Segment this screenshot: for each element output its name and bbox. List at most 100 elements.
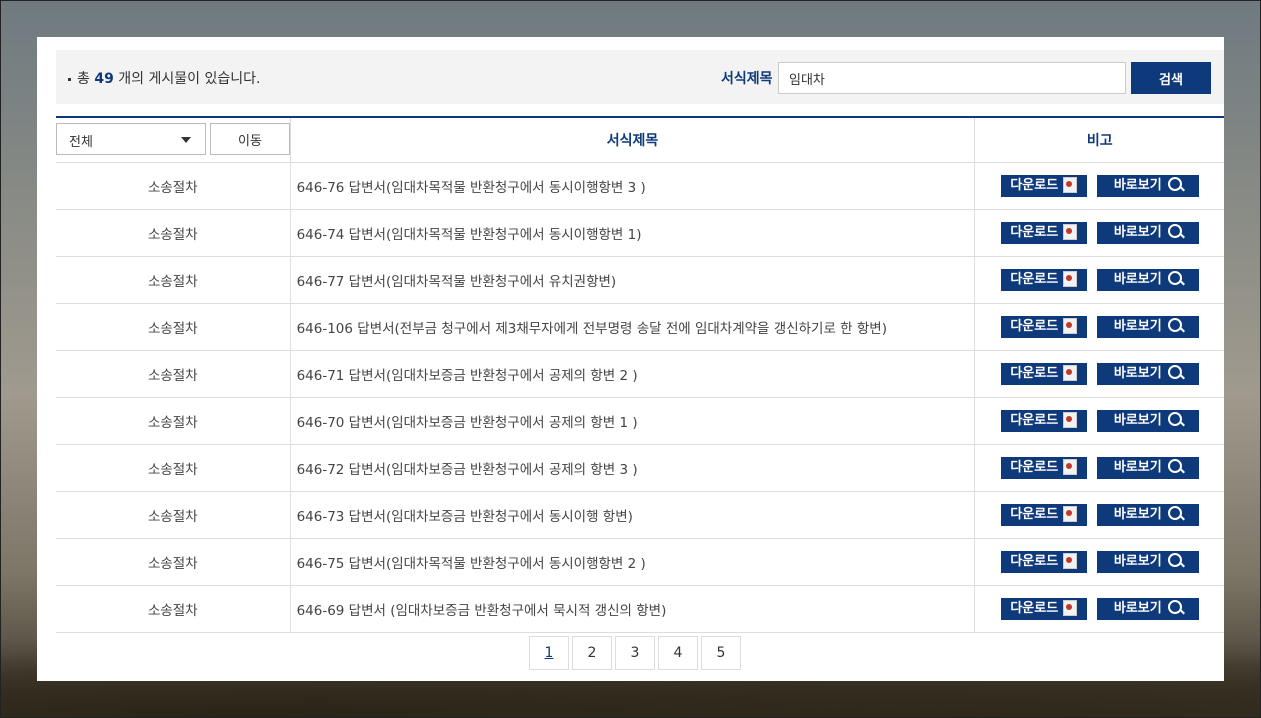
row-title[interactable]: 646-73 답변서(임대차보증금 반환청구에서 동시이행 항변): [290, 491, 976, 539]
row-category: 소송절차: [56, 303, 291, 351]
row-category: 소송절차: [56, 397, 291, 445]
view-button[interactable]: 바로보기: [1096, 598, 1199, 620]
row-actions: 다운로드 바로보기: [974, 209, 1224, 257]
total-suffix: 개의 게시물이 있습니다.: [118, 71, 261, 87]
view-button[interactable]: 바로보기: [1096, 504, 1199, 526]
row-actions: 다운로드 바로보기: [974, 538, 1224, 586]
row-title[interactable]: 646-76 답변서(임대차목적물 반환청구에서 동시이행항변 3 ): [290, 162, 976, 210]
page-link-1[interactable]: 1: [529, 636, 569, 670]
table-header-row: 전체 이동 서식제목 비고: [56, 117, 1224, 163]
search-label: 서식제목: [721, 71, 773, 87]
page-link-2[interactable]: 2: [572, 636, 612, 670]
view-label: 바로보기: [1113, 225, 1162, 240]
row-category: 소송절차: [56, 209, 291, 257]
magnifier-icon: [1167, 223, 1182, 238]
document-icon: [1063, 599, 1078, 616]
document-icon: [1063, 458, 1078, 475]
view-button[interactable]: 바로보기: [1096, 175, 1199, 197]
view-label: 바로보기: [1113, 601, 1162, 616]
download-button[interactable]: 다운로드: [1000, 504, 1087, 526]
row-actions: 다운로드 바로보기: [974, 162, 1224, 210]
document-icon: [1063, 552, 1078, 569]
magnifier-icon: [1167, 599, 1182, 614]
view-button[interactable]: 바로보기: [1096, 363, 1199, 385]
view-label: 바로보기: [1113, 460, 1162, 475]
view-button[interactable]: 바로보기: [1096, 316, 1199, 338]
row-category: 소송절차: [56, 585, 291, 633]
row-title[interactable]: 646-70 답변서(임대차보증금 반환청구에서 공제의 항변 1 ): [290, 397, 976, 445]
document-icon: [1063, 270, 1078, 287]
view-button[interactable]: 바로보기: [1096, 457, 1199, 479]
download-label: 다운로드: [1010, 178, 1059, 193]
download-button[interactable]: 다운로드: [1000, 457, 1087, 479]
row-category: 소송절차: [56, 444, 291, 492]
download-label: 다운로드: [1010, 554, 1059, 569]
row-title[interactable]: 646-71 답변서(임대차보증금 반환청구에서 공제의 항변 2 ): [290, 350, 976, 398]
search-input[interactable]: [778, 62, 1126, 94]
view-button[interactable]: 바로보기: [1096, 551, 1199, 573]
document-icon: [1063, 364, 1078, 381]
document-icon: [1063, 176, 1078, 193]
download-button[interactable]: 다운로드: [1000, 551, 1087, 573]
view-label: 바로보기: [1113, 366, 1162, 381]
row-title[interactable]: 646-75 답변서(임대차목적물 반환청구에서 동시이행항변 2 ): [290, 538, 976, 586]
row-actions: 다운로드 바로보기: [974, 585, 1224, 633]
table-row: 소송절차 646-76 답변서(임대차목적물 반환청구에서 동시이행항변 3 ) 다…: [56, 162, 1224, 210]
row-title[interactable]: 646-106 답변서(전부금 청구에서 제3채무자에게 전부명령 송달 전에 …: [290, 303, 976, 351]
download-button[interactable]: 다운로드: [1000, 316, 1087, 338]
magnifier-icon: [1167, 364, 1182, 379]
table-row: 소송절차 646-77 답변서(임대차목적물 반환청구에서 유치권항변) 다운로드 바…: [56, 256, 1224, 304]
row-category: 소송절차: [56, 256, 291, 304]
view-label: 바로보기: [1113, 272, 1162, 287]
page-link-4[interactable]: 4: [658, 636, 698, 670]
download-button[interactable]: 다운로드: [1000, 269, 1087, 291]
table-row: 소송절차 646-70 답변서(임대차보증금 반환청구에서 공제의 항변 1 ) 다…: [56, 397, 1224, 445]
download-label: 다운로드: [1010, 507, 1059, 522]
chevron-down-icon: [181, 137, 191, 143]
magnifier-icon: [1167, 270, 1182, 285]
view-button[interactable]: 바로보기: [1096, 222, 1199, 244]
download-label: 다운로드: [1010, 601, 1059, 616]
download-button[interactable]: 다운로드: [1000, 410, 1087, 432]
bullet-icon: [68, 77, 71, 81]
page-link-3[interactable]: 3: [615, 636, 655, 670]
total-count: 49: [94, 71, 114, 87]
content-panel: 총 49 개의 게시물이 있습니다. 서식제목 검색 전체 이동 서식제목 비고…: [37, 37, 1224, 681]
download-button[interactable]: 다운로드: [1000, 222, 1087, 244]
view-label: 바로보기: [1113, 413, 1162, 428]
download-label: 다운로드: [1010, 460, 1059, 475]
download-button[interactable]: 다운로드: [1000, 598, 1087, 620]
magnifier-icon: [1167, 317, 1182, 332]
move-button[interactable]: 이동: [210, 123, 290, 155]
view-label: 바로보기: [1113, 178, 1162, 193]
view-button[interactable]: 바로보기: [1096, 269, 1199, 291]
magnifier-icon: [1167, 176, 1182, 191]
table-row: 소송절차 646-69 답변서 (임대차보증금 반환청구에서 묵시적 갱신의 항변…: [56, 585, 1224, 633]
category-select-value: 전체: [69, 135, 93, 150]
row-title[interactable]: 646-72 답변서(임대차보증금 반환청구에서 공제의 항변 3 ): [290, 444, 976, 492]
search-button[interactable]: 검색: [1131, 62, 1211, 94]
row-actions: 다운로드 바로보기: [974, 350, 1224, 398]
row-category: 소송절차: [56, 350, 291, 398]
page-link-5[interactable]: 5: [701, 636, 741, 670]
table-row: 소송절차 646-73 답변서(임대차보증금 반환청구에서 동시이행 항변) 다운로…: [56, 491, 1224, 539]
category-select[interactable]: 전체: [56, 123, 206, 155]
row-category: 소송절차: [56, 162, 291, 210]
table-row: 소송절차 646-74 답변서(임대차목적물 반환청구에서 동시이행항변 1) 다운…: [56, 209, 1224, 257]
filter-cell: 전체 이동: [56, 117, 291, 163]
download-label: 다운로드: [1010, 413, 1059, 428]
download-button[interactable]: 다운로드: [1000, 175, 1087, 197]
download-button[interactable]: 다운로드: [1000, 363, 1087, 385]
table-row: 소송절차 646-71 답변서(임대차보증금 반환청구에서 공제의 항변 2 ) 다…: [56, 350, 1224, 398]
row-actions: 다운로드 바로보기: [974, 256, 1224, 304]
magnifier-icon: [1167, 458, 1182, 473]
row-title[interactable]: 646-69 답변서 (임대차보증금 반환청구에서 묵시적 갱신의 항변): [290, 585, 976, 633]
row-title[interactable]: 646-77 답변서(임대차목적물 반환청구에서 유치권항변): [290, 256, 976, 304]
view-button[interactable]: 바로보기: [1096, 410, 1199, 432]
row-category: 소송절차: [56, 491, 291, 539]
magnifier-icon: [1167, 411, 1182, 426]
search-bar: 총 49 개의 게시물이 있습니다. 서식제목 검색: [56, 50, 1224, 104]
document-icon: [1063, 223, 1078, 240]
download-label: 다운로드: [1010, 366, 1059, 381]
row-title[interactable]: 646-74 답변서(임대차목적물 반환청구에서 동시이행항변 1): [290, 209, 976, 257]
